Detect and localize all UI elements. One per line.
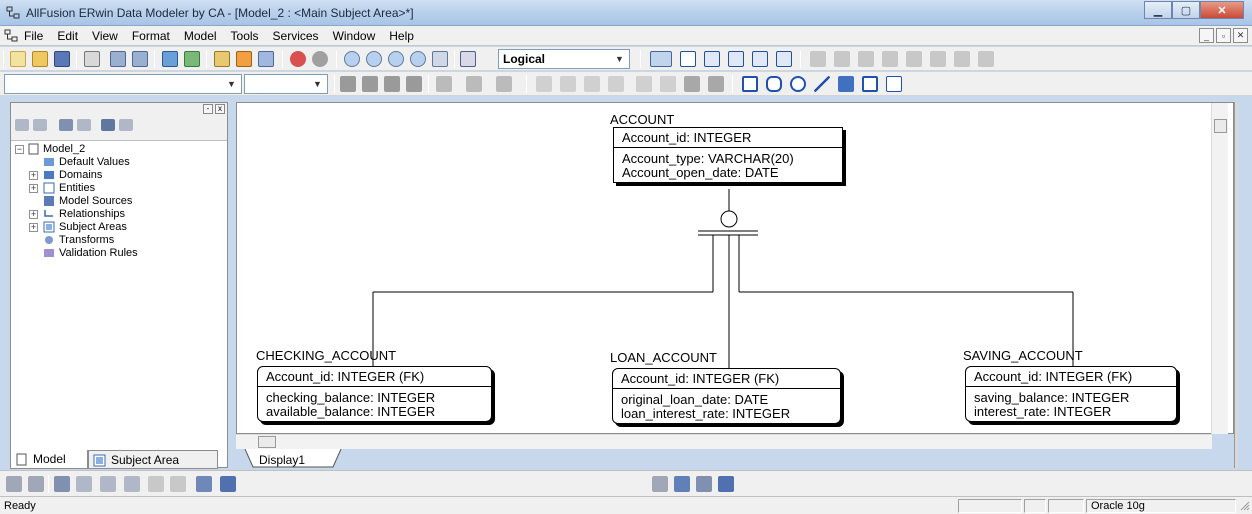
- find-icon[interactable]: [54, 476, 70, 492]
- tool-icon-10[interactable]: [220, 476, 236, 492]
- entity-account-pk: Account_id: INTEGER: [614, 128, 842, 148]
- resize-grip-icon[interactable]: [1240, 501, 1250, 511]
- tool-icon-12[interactable]: [674, 476, 690, 492]
- tab-display1[interactable]: Display1: [243, 449, 343, 469]
- entity-checking-pk: Account_id: INTEGER (FK): [258, 367, 491, 387]
- status-panel-3: [1048, 499, 1084, 513]
- tool-icon-14[interactable]: [718, 476, 734, 492]
- status-panel-1: [958, 499, 1022, 513]
- horizontal-scrollbar[interactable]: [236, 434, 1212, 449]
- entity-loan-attr: original_loan_date: DATE: [621, 392, 769, 407]
- entity-saving-title: SAVING_ACCOUNT: [963, 348, 1083, 363]
- horizontal-scroll-thumb[interactable]: [258, 436, 276, 448]
- canvas-frame: [1234, 102, 1238, 468]
- entity-checking-attr: checking_balance: INTEGER: [266, 390, 436, 405]
- tool-icon-11[interactable]: [652, 476, 668, 492]
- tool-icon-2[interactable]: [28, 476, 44, 492]
- tool-icon-13[interactable]: [696, 476, 712, 492]
- tool-icon-1[interactable]: [6, 476, 22, 492]
- entity-account-attr: Account_open_date: DATE: [622, 165, 779, 180]
- entity-saving-account[interactable]: Account_id: INTEGER (FK) saving_balance:…: [965, 366, 1177, 422]
- status-text: Ready: [4, 500, 36, 512]
- entity-account-title: ACCOUNT: [610, 112, 675, 127]
- entity-checking-attr: available_balance: INTEGER: [266, 404, 436, 419]
- tool-icon-6[interactable]: [124, 476, 140, 492]
- entity-loan-account[interactable]: Account_id: INTEGER (FK) original_loan_d…: [612, 368, 841, 424]
- entity-account[interactable]: Account_id: INTEGER Account_type: VARCHA…: [613, 127, 843, 183]
- find-next-icon[interactable]: [76, 476, 92, 492]
- entity-saving-attr: interest_rate: INTEGER: [974, 404, 1112, 419]
- vertical-scrollbar[interactable]: [1211, 103, 1228, 434]
- tab-display1-label: Display1: [259, 453, 306, 467]
- entity-checking-title: CHECKING_ACCOUNT: [256, 348, 397, 363]
- status-bar: Ready Oracle 10g: [0, 496, 1252, 514]
- entity-account-attr: Account_type: VARCHAR(20): [622, 151, 794, 166]
- tool-icon-7[interactable]: [148, 476, 164, 492]
- tool-icon-9[interactable]: [196, 476, 212, 492]
- tool-icon-8[interactable]: [170, 476, 186, 492]
- database-status: Oracle 10g: [1086, 499, 1236, 513]
- entity-saving-pk: Account_id: INTEGER (FK): [966, 367, 1176, 387]
- vertical-scroll-thumb[interactable]: [1214, 119, 1227, 133]
- status-panel-2: [1024, 499, 1046, 513]
- entity-checking-account[interactable]: Account_id: INTEGER (FK) checking_balanc…: [257, 366, 492, 422]
- entity-saving-attr: saving_balance: INTEGER: [974, 390, 1130, 405]
- entity-loan-pk: Account_id: INTEGER (FK): [613, 369, 840, 389]
- bottom-toolbar: [0, 470, 1252, 496]
- entity-loan-attr: loan_interest_rate: INTEGER: [621, 406, 791, 421]
- tool-icon-5[interactable]: [100, 476, 116, 492]
- entity-loan-title: LOAN_ACCOUNT: [610, 350, 717, 365]
